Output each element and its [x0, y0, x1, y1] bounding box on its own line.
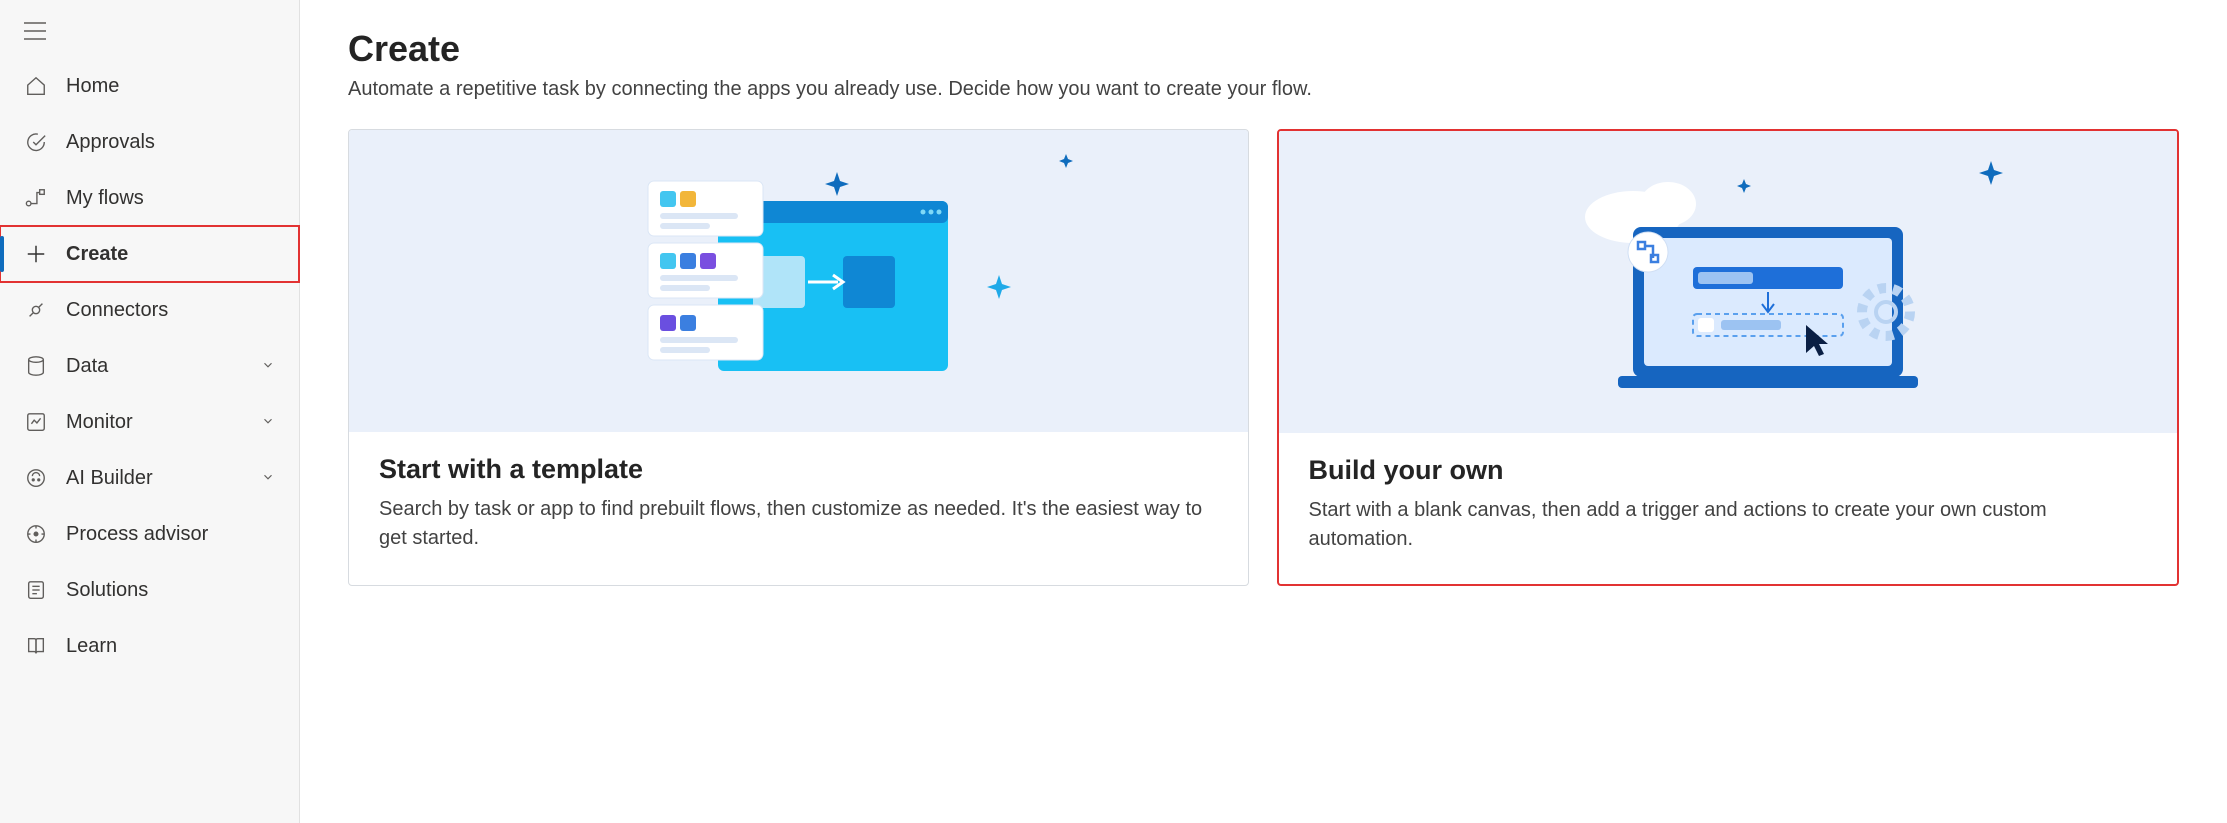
sidebar-item-solutions[interactable]: Solutions — [0, 562, 299, 618]
chevron-down-icon — [261, 411, 275, 434]
sidebar-item-label: My flows — [66, 187, 275, 210]
chevron-down-icon — [261, 467, 275, 490]
card-description: Start with a blank canvas, then add a tr… — [1309, 496, 2148, 554]
home-icon — [24, 74, 48, 98]
sidebar-item-create[interactable]: Create — [0, 226, 299, 282]
page-title: Create — [348, 28, 2179, 70]
sidebar-item-label: Home — [66, 75, 275, 98]
build-illustration — [1279, 131, 2178, 433]
book-icon — [24, 634, 48, 658]
sidebar-item-my-flows[interactable]: My flows — [0, 170, 299, 226]
hamburger-menu-button[interactable] — [0, 8, 299, 58]
sidebar-item-monitor[interactable]: Monitor — [0, 394, 299, 450]
card-body: Build your own Start with a blank canvas… — [1279, 433, 2178, 584]
sidebar-item-connectors[interactable]: Connectors — [0, 282, 299, 338]
database-icon — [24, 354, 48, 378]
connectors-icon — [24, 298, 48, 322]
sidebar-item-label: Data — [66, 355, 243, 378]
card-title: Start with a template — [379, 454, 1218, 485]
sidebar-item-data[interactable]: Data — [0, 338, 299, 394]
card-body: Start with a template Search by task or … — [349, 432, 1248, 583]
sidebar: Home Approvals My flows Create — [0, 0, 300, 823]
sidebar-item-approvals[interactable]: Approvals — [0, 114, 299, 170]
chevron-down-icon — [261, 355, 275, 378]
sidebar-item-learn[interactable]: Learn — [0, 618, 299, 674]
process-advisor-icon — [24, 522, 48, 546]
sidebar-item-label: Learn — [66, 635, 275, 658]
page-subtitle: Automate a repetitive task by connecting… — [348, 78, 2179, 101]
sidebar-item-process-advisor[interactable]: Process advisor — [0, 506, 299, 562]
card-build-your-own[interactable]: Build your own Start with a blank canvas… — [1277, 129, 2180, 586]
sidebar-item-label: Create — [66, 243, 275, 266]
main-content: Create Automate a repetitive task by con… — [300, 0, 2227, 823]
sidebar-item-label: Approvals — [66, 131, 275, 154]
solutions-icon — [24, 578, 48, 602]
flows-icon — [24, 186, 48, 210]
sidebar-item-home[interactable]: Home — [0, 58, 299, 114]
ai-builder-icon — [24, 466, 48, 490]
card-title: Build your own — [1309, 455, 2148, 486]
sidebar-item-ai-builder[interactable]: AI Builder — [0, 450, 299, 506]
sidebar-item-label: Process advisor — [66, 523, 275, 546]
sidebar-item-label: Monitor — [66, 411, 243, 434]
card-description: Search by task or app to find prebuilt f… — [379, 495, 1218, 553]
plus-icon — [24, 242, 48, 266]
hamburger-icon — [24, 22, 46, 40]
card-start-with-template[interactable]: Start with a template Search by task or … — [348, 129, 1249, 586]
sidebar-item-label: AI Builder — [66, 467, 243, 490]
create-cards: Start with a template Search by task or … — [348, 129, 2179, 586]
approvals-icon — [24, 130, 48, 154]
sidebar-item-label: Connectors — [66, 299, 275, 322]
sidebar-item-label: Solutions — [66, 579, 275, 602]
monitor-icon — [24, 410, 48, 434]
template-illustration — [349, 130, 1248, 432]
